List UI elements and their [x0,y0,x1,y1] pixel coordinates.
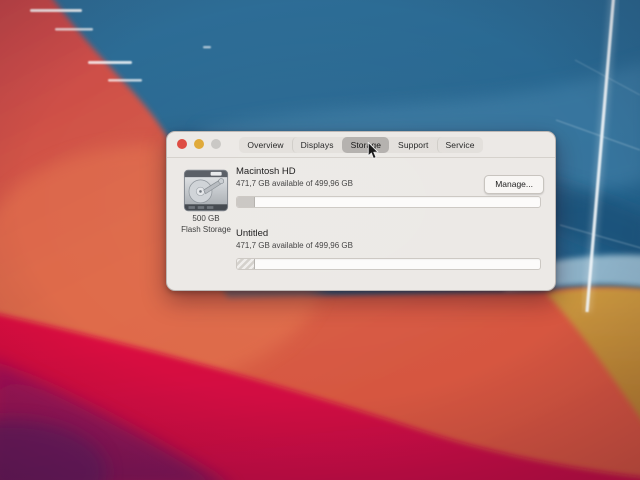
tab-service[interactable]: Service [436,136,483,153]
disk-usage-bar [236,196,541,208]
device-summary: 500 GB Flash Storage [174,169,238,236]
tab-displays[interactable]: Displays [291,136,342,153]
storage-pane: 500 GB Flash Storage Macintosh HD 471,7 … [167,158,555,291]
disk-usage-fill [237,197,256,207]
traffic-lights [177,139,221,149]
manage-button[interactable]: Manage... [484,175,544,194]
hard-drive-icon [183,169,229,212]
disk-name: Macintosh HD [236,166,296,177]
minimize-button[interactable] [194,139,204,149]
disk-detail: 471,7 GB available of 499,96 GB [236,241,353,250]
close-button[interactable] [177,139,187,149]
disk-name: Untitled [236,228,269,239]
tab-bar: Overview Displays Storage Support Servic… [239,136,483,153]
disk-usage-fill [237,259,256,269]
tab-overview[interactable]: Overview [239,137,291,153]
title-bar[interactable]: Overview Displays Storage Support Servic… [167,132,555,158]
tab-storage[interactable]: Storage [341,136,390,153]
disk-usage-bar [236,258,541,270]
tab-support[interactable]: Support [389,137,436,153]
disk-detail: 471,7 GB available of 499,96 GB [236,179,353,188]
zoom-button-disabled [211,139,221,149]
device-capacity-label: 500 GB Flash Storage [181,214,231,234]
about-this-mac-window: Overview Displays Storage Support Servic… [166,131,556,291]
